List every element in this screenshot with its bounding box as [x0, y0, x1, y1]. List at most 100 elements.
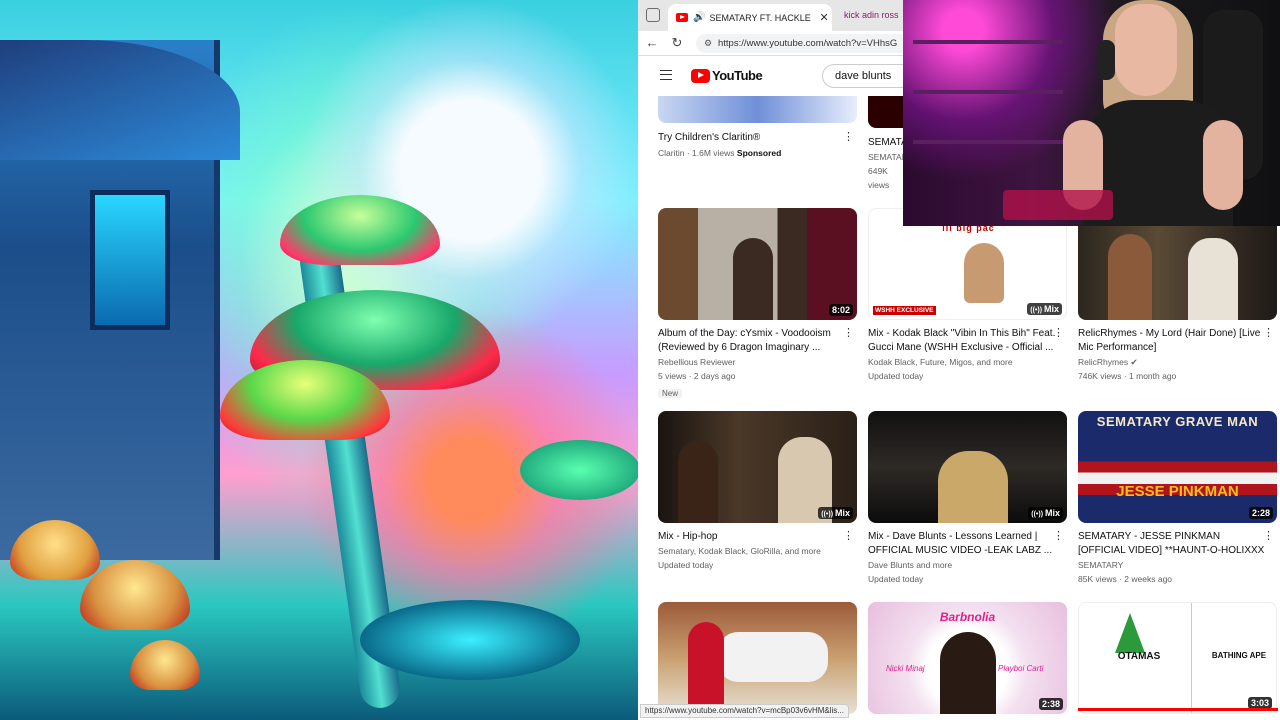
thumbnail-car — [718, 632, 828, 682]
video-stats: Updated today — [868, 574, 924, 584]
video-thumbnail[interactable]: Barbnolia Nicki Minaj Playboi Carti 2:38 — [868, 602, 1067, 714]
youtube-logo[interactable]: YouTube — [691, 68, 763, 83]
tab-title: SEMATARY FT. HACKLE - HAUNT — [709, 12, 813, 23]
video-channel[interactable]: SEMATAR — [868, 150, 908, 164]
video-channel[interactable]: SEMATARY — [1078, 558, 1278, 572]
mix-badge: Mix — [1027, 303, 1062, 315]
thumbnail-person — [1188, 238, 1238, 320]
thumbnail-divider — [1191, 603, 1192, 713]
thumbnail-person — [940, 632, 996, 714]
treehouse-window — [90, 190, 170, 330]
video-stats: 1.6M views — [692, 148, 735, 158]
watched-progress-bar — [1078, 708, 1278, 711]
video-card[interactable]: Mix Mix - Hip-hop ⋮ Sematary, Kodak Blac… — [658, 411, 858, 572]
close-icon[interactable]: ✕ — [819, 11, 828, 24]
video-duration: 2:28 — [1248, 507, 1273, 519]
video-stats: 85K views · 2 weeks ago — [1078, 574, 1173, 584]
glowing-water — [360, 600, 580, 680]
video-channel[interactable]: Kodak Black, Future, Migos, and more — [868, 355, 1068, 369]
more-options-icon[interactable]: ⋮ — [1263, 529, 1274, 542]
video-title[interactable]: Album of the Day: cYsmix - Voodooism (Re… — [658, 327, 846, 355]
video-title[interactable]: Try Children's Claritin® — [658, 131, 846, 145]
video-channel[interactable]: Sematary, Kodak Black, GloRilla, and mor… — [658, 544, 858, 558]
more-options-icon[interactable]: ⋮ — [1053, 529, 1064, 542]
video-card[interactable]: SEMATA SEMATAR 649K views — [868, 96, 908, 192]
shelf — [913, 90, 1063, 94]
thumbnail-text: BATHING APE — [1211, 651, 1267, 660]
more-options-icon[interactable]: ⋮ — [1053, 326, 1064, 339]
video-channel[interactable]: Dave Blunts and more — [868, 558, 1068, 572]
video-title[interactable]: RelicRhymes - My Lord (Hair Done) [Live … — [1078, 327, 1266, 355]
video-title[interactable]: SEMATA — [868, 136, 908, 150]
video-card[interactable]: Mix Mix - Dave Blunts - Lessons Learned … — [868, 411, 1068, 586]
video-title[interactable]: Mix - Dave Blunts - Lessons Learned | OF… — [868, 530, 1056, 558]
wshh-label: WSHH EXCLUSIVE — [873, 306, 936, 315]
video-card[interactable]: Try Children's Claritin® ⋮ Claritin · 1.… — [658, 96, 858, 160]
thumbnail-text: Barbnolia — [939, 610, 996, 624]
thumbnail-text: JESSE PINKMAN — [1116, 483, 1239, 500]
video-thumbnail[interactable]: 8:02 — [658, 208, 857, 320]
video-channel[interactable]: Claritin — [658, 148, 684, 158]
thumbnail-person — [1108, 234, 1152, 320]
small-mushroom-cap — [130, 640, 200, 690]
tab-kick[interactable]: kick adin ross — [844, 10, 899, 20]
video-card[interactable] — [658, 602, 858, 714]
tab-actions-icon[interactable] — [646, 8, 660, 22]
youtube-favicon-icon — [676, 13, 688, 22]
more-options-icon[interactable]: ⋮ — [1263, 326, 1274, 339]
youtube-play-logo-icon — [691, 68, 710, 83]
back-arrow-icon[interactable]: ← — [644, 35, 660, 50]
video-card[interactable]: lil big pac WSHH EXCLUSIVE Mix Mix - Kod… — [868, 208, 1068, 383]
video-channel[interactable]: RelicRhymes — [1078, 357, 1128, 367]
site-info-icon[interactable]: ⚙ — [704, 34, 712, 53]
mix-badge: Mix — [1028, 507, 1063, 519]
video-thumbnail[interactable]: Mix — [868, 411, 1067, 523]
mix-badge: Mix — [818, 507, 853, 519]
more-options-icon[interactable]: ⋮ — [843, 130, 854, 143]
mushroom-cap-top — [280, 195, 440, 265]
hamburger-menu-icon[interactable] — [660, 70, 672, 80]
video-thumbnail[interactable] — [658, 602, 857, 714]
more-options-icon[interactable]: ⋮ — [843, 529, 854, 542]
thumbnail-text: Nicki Minaj — [886, 664, 925, 673]
video-thumbnail[interactable]: OTAMAS BATHING APE 3:03 — [1078, 602, 1277, 714]
video-duration: 2:38 — [1038, 698, 1063, 710]
video-card[interactable]: SEMATARY GRAVE MAN JESSE PINKMAN 2:28 SE… — [1078, 411, 1278, 586]
thumbnail-person — [678, 441, 718, 523]
video-title[interactable]: Mix - Kodak Black "Vibin In This Bih" Fe… — [868, 327, 1056, 355]
more-options-icon[interactable]: ⋮ — [843, 326, 854, 339]
video-stats: 5 views · 2 days ago — [658, 371, 736, 381]
thumbnail-text: SEMATARY GRAVE MAN — [1096, 414, 1259, 429]
thumbnail-text: Playboi Carti — [998, 664, 1044, 673]
video-channel[interactable]: Rebellious Reviewer — [658, 355, 858, 369]
thumbnail-tree — [1115, 613, 1145, 653]
video-thumbnail[interactable] — [868, 96, 908, 128]
streamer-face — [1115, 4, 1177, 96]
video-thumbnail[interactable]: Mix — [658, 411, 857, 523]
streamer-arm — [1203, 120, 1243, 210]
video-thumbnail[interactable] — [658, 96, 857, 123]
video-card[interactable]: 8:02 Album of the Day: cYsmix - Voodoois… — [658, 208, 858, 401]
webcam-overlay — [903, 0, 1280, 226]
video-title[interactable]: Mix - Hip-hop — [658, 530, 846, 544]
shelf — [913, 140, 1063, 144]
keyboard — [1003, 190, 1113, 220]
headset-icon — [1097, 40, 1115, 80]
video-thumbnail[interactable]: SEMATARY GRAVE MAN JESSE PINKMAN 2:28 — [1078, 411, 1277, 523]
treehouse-illustration — [0, 40, 240, 560]
speaker-icon[interactable]: 🔊 — [693, 12, 705, 23]
link-status-bar: https://www.youtube.com/watch?v=mcBp03v6… — [640, 704, 849, 718]
video-card[interactable]: Barbnolia Nicki Minaj Playboi Carti 2:38 — [868, 602, 1068, 714]
video-card[interactable]: OTAMAS BATHING APE 3:03 — [1078, 602, 1278, 714]
wallpaper-artwork — [0, 0, 638, 720]
thumbnail-person — [964, 243, 1004, 303]
video-stats: Updated today — [658, 560, 714, 570]
shelf — [913, 40, 1063, 44]
verified-icon: ✔ — [1130, 357, 1138, 367]
tab-active[interactable]: 🔊 SEMATARY FT. HACKLE - HAUNT ✕ — [668, 4, 832, 31]
reload-icon[interactable]: ↻ — [669, 35, 685, 51]
youtube-logo-text: YouTube — [712, 68, 763, 83]
thumbnail-person — [688, 622, 724, 714]
video-card[interactable]: RelicRhymes - My Lord (Hair Done) [Live … — [1078, 208, 1278, 383]
video-title[interactable]: SEMATARY - JESSE PINKMAN [OFFICIAL VIDEO… — [1078, 530, 1266, 558]
